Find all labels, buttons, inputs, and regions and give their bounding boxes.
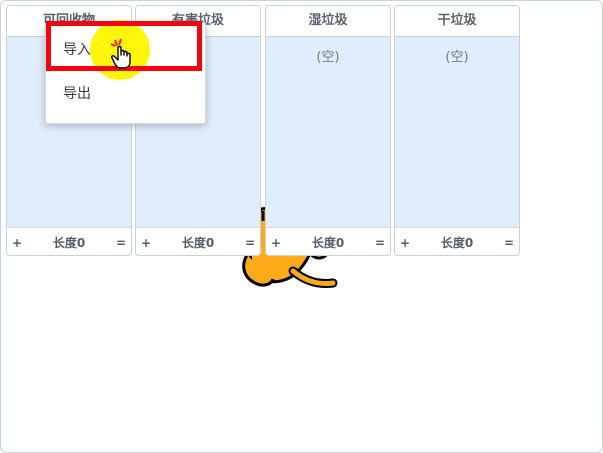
add-item-button[interactable]: + xyxy=(400,236,410,250)
list-monitor-dry[interactable]: 干垃圾 (空) + 长度0 = xyxy=(394,5,520,256)
length-label: 长度0 xyxy=(311,236,345,250)
add-item-button[interactable]: + xyxy=(141,236,151,250)
length-label: 长度0 xyxy=(181,236,215,250)
list-title: 湿垃圾 xyxy=(266,6,390,37)
empty-label: (空) xyxy=(316,50,340,65)
length-label: 长度0 xyxy=(440,236,474,250)
list-body[interactable]: (空) xyxy=(266,37,390,228)
resize-handle[interactable]: = xyxy=(375,236,385,250)
length-label: 长度0 xyxy=(52,236,86,250)
add-item-button[interactable]: + xyxy=(271,236,281,250)
list-footer: + 长度0 = xyxy=(136,228,260,255)
list-title: 干垃圾 xyxy=(395,6,519,37)
list-footer: + 长度0 = xyxy=(395,228,519,255)
add-item-button[interactable]: + xyxy=(12,236,22,250)
list-footer: + 长度0 = xyxy=(266,228,390,255)
list-body[interactable]: (空) xyxy=(395,37,519,228)
resize-handle[interactable]: = xyxy=(504,236,514,250)
stage[interactable]: 可回收物 + 长度0 = 有害垃圾 + 长度0 = 湿垃圾 (空) + 长度0 … xyxy=(0,0,603,453)
empty-label: (空) xyxy=(445,50,469,65)
resize-handle[interactable]: = xyxy=(245,236,255,250)
list-monitor-wet[interactable]: 湿垃圾 (空) + 长度0 = xyxy=(265,5,391,256)
list-footer: + 长度0 = xyxy=(7,228,131,255)
menu-item-export[interactable]: 导出 xyxy=(46,75,205,113)
resize-handle[interactable]: = xyxy=(116,236,126,250)
menu-item-import[interactable]: 导入 xyxy=(46,31,205,69)
context-menu: 导入 导出 xyxy=(45,22,206,124)
